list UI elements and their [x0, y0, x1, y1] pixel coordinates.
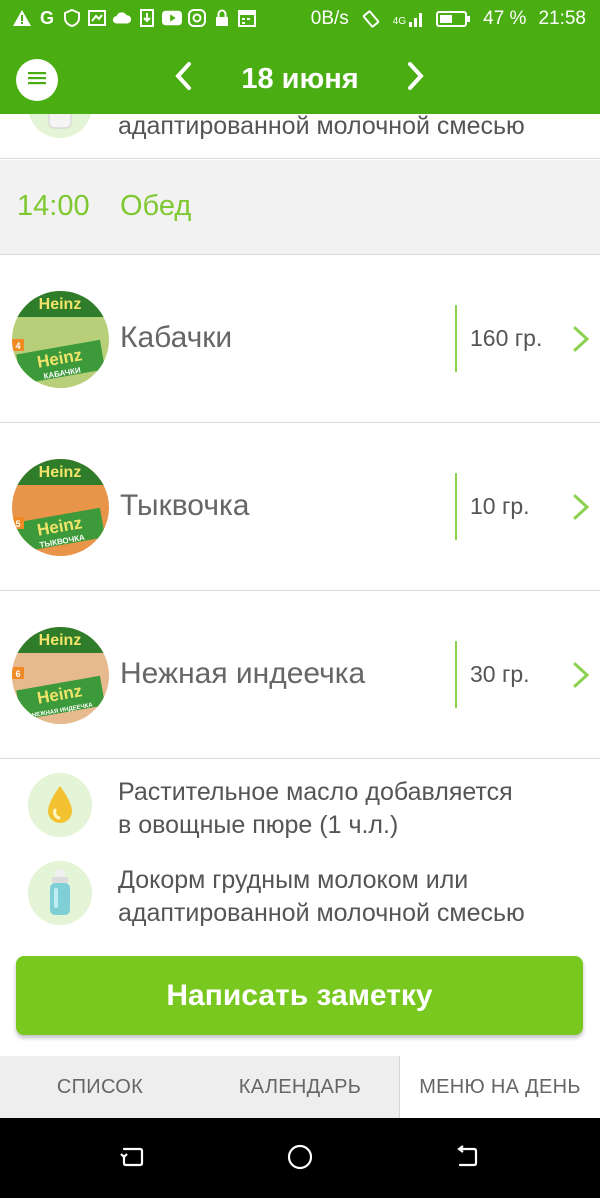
note-line: Докорм грудным молоком или [118, 866, 469, 894]
chevron-right-icon [407, 61, 425, 96]
calendar-icon [237, 8, 257, 28]
battery-icon [435, 9, 471, 29]
food-row[interactable]: Heinz Heinz ТЫКВОЧКА 5 Тыквочка 10 гр. [0, 423, 600, 591]
food-quantity: 10 гр. [470, 493, 530, 519]
app-bar: 18 июня [0, 38, 600, 114]
food-image: Heinz Heinz НЕЖНАЯ ИНДЕЕЧКА 6 [12, 627, 109, 724]
bottom-tabs: СПИСОК КАЛЕНДАРЬ МЕНЮ НА ДЕНЬ [0, 1056, 600, 1118]
note-line: Растительное масло добавляется [118, 778, 513, 806]
g-icon: G [39, 7, 54, 28]
back-button[interactable] [452, 1144, 482, 1174]
note-text: Докорм грудным молоком или адаптированно… [118, 864, 578, 930]
separator [455, 305, 457, 372]
age-badge: 5 [15, 519, 20, 529]
note-item: Докорм грудным молоком или адаптированно… [0, 857, 600, 937]
date-title: 18 июня [241, 63, 359, 95]
clock: 21:58 [538, 8, 586, 29]
home-circle-icon [286, 1143, 314, 1176]
hamburger-icon [27, 70, 47, 91]
chevron-right-icon [570, 493, 592, 521]
next-day-button[interactable] [401, 58, 431, 98]
note-text: адаптированной молочной смесью [118, 114, 525, 140]
food-row[interactable]: Heinz Heinz КАБАЧКИ 4 Кабачки 160 гр. [0, 255, 600, 423]
prev-day-button[interactable] [168, 58, 198, 98]
food-name: Тыквочка [120, 489, 250, 522]
note-line: в овощные пюре (1 ч.л.) [118, 811, 399, 839]
food-image: Heinz Heinz КАБАЧКИ 4 [12, 291, 109, 388]
home-button[interactable] [285, 1144, 315, 1174]
day-menu-content[interactable]: адаптированной молочной смесью 14:00 Обе… [0, 114, 600, 1056]
food-quantity: 160 гр. [470, 325, 543, 351]
food-row[interactable]: Heinz Heinz НЕЖНАЯ ИНДЕЕЧКА 6 Нежная инд… [0, 591, 600, 759]
food-quantity: 30 гр. [470, 661, 530, 687]
warning-icon [12, 8, 32, 28]
baby-bottle-icon [28, 114, 92, 138]
note-partial: адаптированной молочной смесью [0, 114, 600, 158]
food-name: Кабачки [120, 321, 233, 354]
network-type: 4G [392, 16, 407, 27]
baby-bottle-icon [28, 861, 92, 925]
brand-text: Heinz [39, 464, 82, 481]
divider [0, 158, 600, 159]
status-bar: G 0B/s 4G 47 % 21:58 [0, 0, 600, 38]
brand-text: Heinz [39, 632, 82, 649]
signal-icon: 4G [393, 11, 423, 27]
status-icons: G [12, 8, 257, 28]
recent-apps-button[interactable] [118, 1144, 148, 1174]
shield-icon [62, 8, 82, 28]
note-item: Растительное масло добавляется в овощные… [0, 769, 600, 849]
lock-icon [212, 8, 232, 28]
note-line: адаптированной молочной смесью [118, 899, 525, 927]
chevron-right-icon [570, 325, 592, 353]
instagram-icon [187, 8, 207, 28]
net-speed: 0B/s [310, 8, 349, 29]
back-icon [454, 1144, 480, 1174]
rotate-icon [361, 9, 381, 29]
menu-button[interactable] [16, 59, 58, 101]
system-nav-bar [0, 1118, 600, 1198]
recent-apps-icon [120, 1145, 146, 1174]
meal-name: Обед [120, 190, 192, 222]
divider [0, 758, 600, 759]
chevron-right-icon [570, 661, 592, 689]
tab-list[interactable]: СПИСОК [0, 1056, 200, 1118]
food-name: Нежная индеечка [120, 657, 366, 690]
brand-text: Heinz [39, 296, 82, 313]
status-right: 0B/s 4G 47 % 21:58 [311, 8, 586, 30]
write-note-button[interactable]: Написать заметку [16, 956, 583, 1035]
battery-level: 47 % [483, 8, 527, 29]
screenshot-icon [87, 8, 107, 28]
age-badge: 6 [15, 669, 20, 679]
chevron-left-icon [174, 61, 192, 96]
separator [455, 473, 457, 540]
meal-header: 14:00 Обед [0, 160, 600, 254]
meal-time: 14:00 [17, 190, 90, 222]
download-icon [137, 8, 157, 28]
app-header: G 0B/s 4G 47 % 21:58 18 июня [0, 0, 600, 114]
tab-calendar[interactable]: КАЛЕНДАРЬ [200, 1056, 400, 1118]
oil-drop-icon [28, 773, 92, 837]
tab-day-menu[interactable]: МЕНЮ НА ДЕНЬ [399, 1056, 600, 1118]
food-image: Heinz Heinz ТЫКВОЧКА 5 [12, 459, 109, 556]
age-badge: 4 [15, 341, 20, 351]
separator [455, 641, 457, 708]
youtube-icon [162, 8, 182, 28]
note-text: Растительное масло добавляется в овощные… [118, 776, 578, 842]
cloud-icon [112, 8, 132, 28]
